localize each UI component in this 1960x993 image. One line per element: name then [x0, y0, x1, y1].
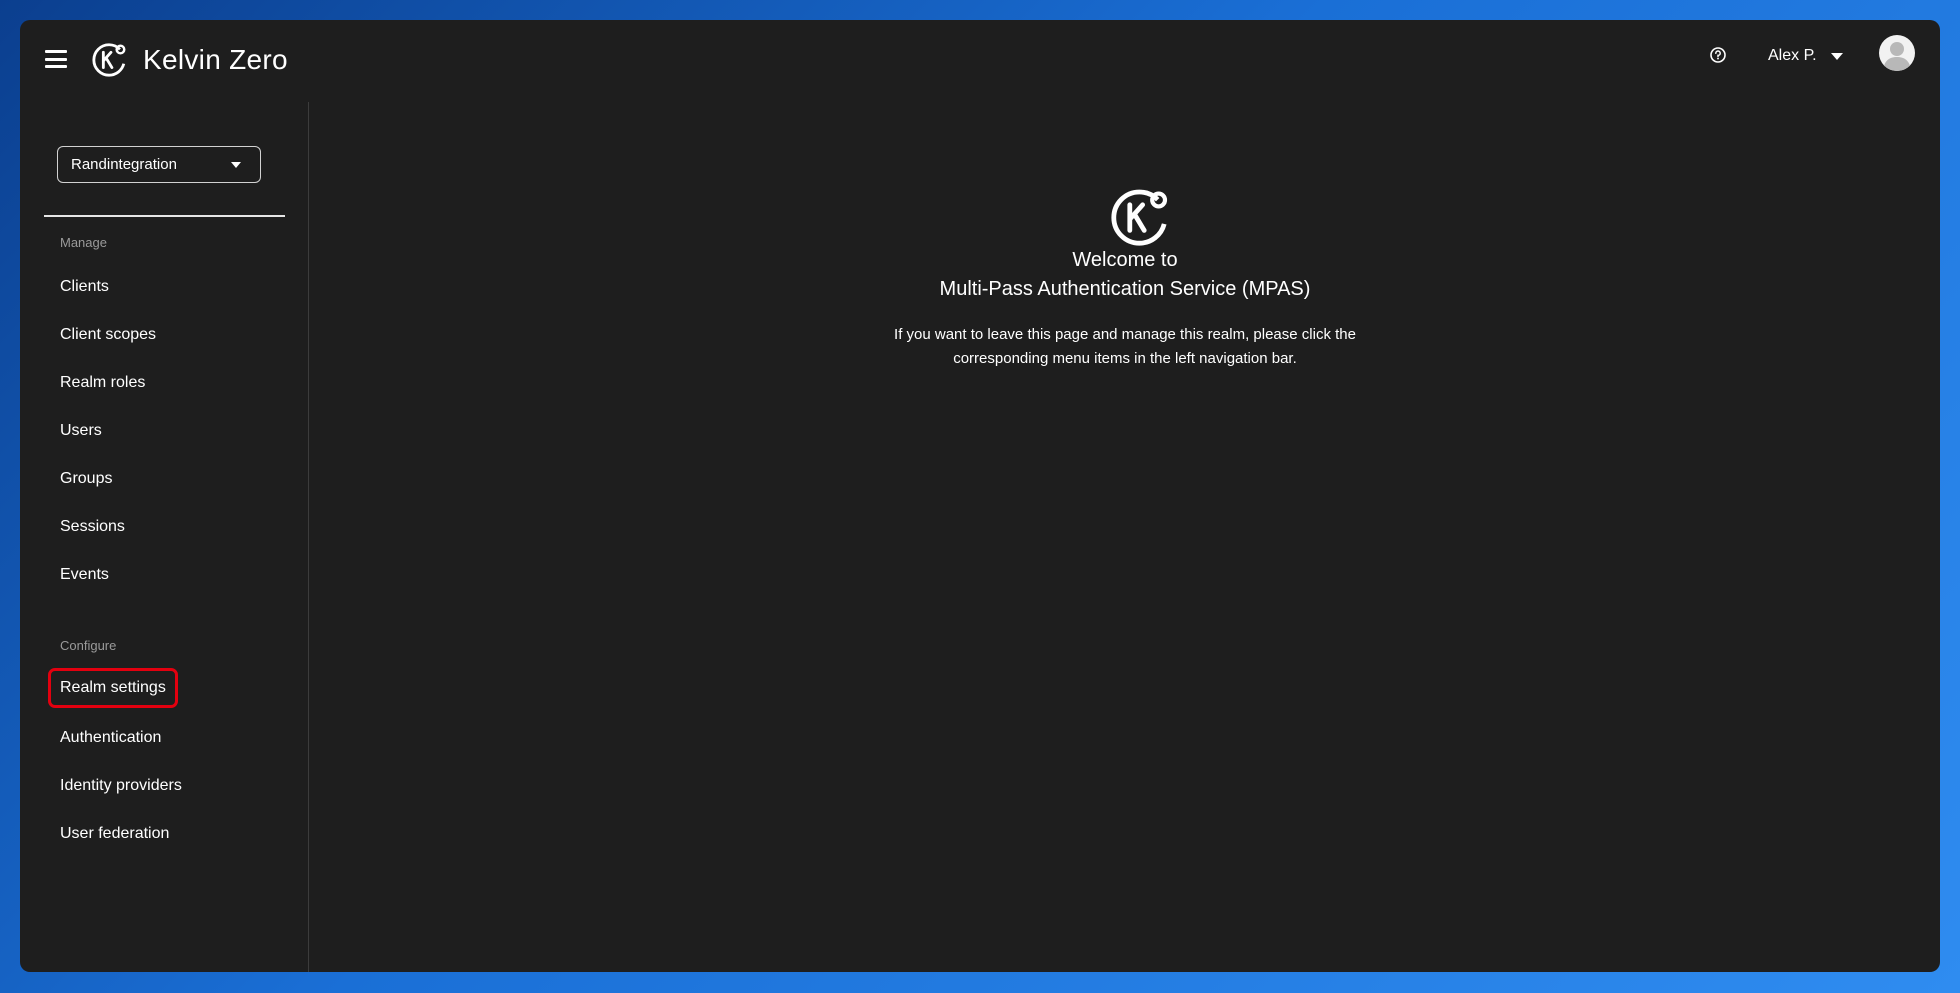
caret-down-icon — [1830, 52, 1843, 60]
realm-selector[interactable]: Randintegration — [57, 146, 261, 183]
kelvin-zero-logo-icon[interactable] — [91, 40, 129, 78]
sidebar-item-realm-settings[interactable]: Realm settings — [48, 668, 178, 708]
welcome-description-continued: corresponding menu items in the left nav… — [953, 350, 1297, 367]
sidebar-item-client-scopes[interactable]: Client scopes — [60, 326, 156, 344]
sidebar-item-authentication[interactable]: Authentication — [60, 729, 161, 747]
sidebar-divider — [44, 215, 285, 217]
user-menu-toggle[interactable]: Alex P. — [1768, 44, 1843, 68]
hamburger-icon[interactable] — [45, 50, 67, 68]
section-title-manage: Manage — [60, 235, 107, 250]
welcome-description: If you want to leave this page and manag… — [894, 326, 1356, 343]
caret-down-icon — [231, 161, 241, 168]
sidebar-item-user-federation[interactable]: User federation — [60, 825, 169, 843]
user-name: Alex P. — [1768, 47, 1817, 64]
sidebar-item-clients[interactable]: Clients — [60, 278, 109, 296]
top-header: Kelvin Zero Alex P. — [20, 20, 1940, 102]
kelvin-zero-logo-icon — [1111, 189, 1168, 246]
user-avatar-icon[interactable] — [1879, 35, 1915, 71]
help-circle-icon[interactable] — [1707, 44, 1729, 66]
main-content: Welcome to Multi-Pass Authentication Ser… — [310, 102, 1940, 972]
sidebar-item-users[interactable]: Users — [60, 422, 102, 440]
section-title-configure: Configure — [60, 638, 117, 653]
welcome-title: Welcome to — [1072, 249, 1178, 271]
left-navigation: Randintegration Manage Clients Client sc… — [20, 102, 309, 972]
welcome-service-name: Multi-Pass Authentication Service (MPAS) — [939, 278, 1311, 300]
sidebar-item-realm-roles[interactable]: Realm roles — [60, 374, 145, 392]
realm-selector-value: Randintegration — [71, 156, 177, 173]
app-window: Kelvin Zero Alex P. Randintegration Mana… — [20, 20, 1940, 972]
sidebar-item-events[interactable]: Events — [60, 566, 109, 584]
sidebar-item-sessions[interactable]: Sessions — [60, 518, 125, 536]
sidebar-item-groups[interactable]: Groups — [60, 470, 112, 488]
brand-name: Kelvin Zero — [143, 44, 288, 75]
sidebar-item-identity-providers[interactable]: Identity providers — [60, 777, 182, 795]
